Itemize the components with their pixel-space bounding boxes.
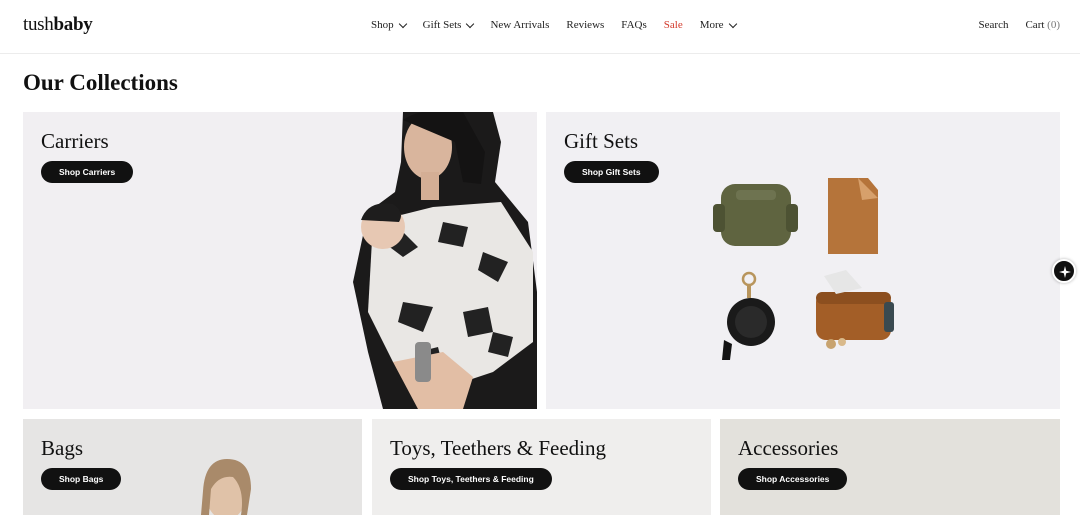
nav-item-label: Gift Sets [422,19,462,31]
logo-light: tush [23,14,54,35]
chevron-down-icon [466,19,475,28]
collection-title: Toys, Teethers & Feeding [390,436,606,460]
main-nav: Shop Gift Sets New Arrivals Reviews FAQs… [371,19,753,31]
bags-photo [23,419,362,515]
nav-item-label: FAQs [621,19,647,31]
nav-item-label: Sale [663,19,683,31]
gift-sets-photo [546,112,1060,409]
collection-title: Accessories [738,436,839,460]
floating-action-button[interactable] [1052,259,1076,283]
nav-item-label: More [699,19,724,31]
collection-title: Carriers [41,129,109,153]
carriers-photo [23,112,537,409]
collection-title: Gift Sets [564,129,639,153]
nav-item-more[interactable]: More [699,19,737,31]
collection-tile-accessories[interactable]: Accessories Shop Accessories [720,419,1060,515]
nav-item-label: Shop [371,19,394,31]
logo[interactable]: tushbaby [23,14,93,36]
collection-tile-carriers[interactable]: Carriers Shop Carriers [23,112,537,409]
cart-label: Cart [1025,19,1045,31]
chevron-down-icon [398,19,407,28]
cart-link[interactable]: Cart (0) [1025,19,1060,31]
shop-toys-teethers-feeding-button[interactable]: Shop Toys, Teethers & Feeding [390,468,552,490]
nav-item-label: New Arrivals [490,19,550,31]
collection-title: Bags [41,436,83,460]
cart-count: (0) [1047,19,1060,31]
chevron-down-icon [728,19,737,28]
nav-item-sale[interactable]: Sale [664,19,683,31]
nav-item-shop[interactable]: Shop [371,19,407,31]
site-header: tushbaby Shop Gift Sets New Arrivals Rev… [0,0,1080,54]
header-actions: Search Cart (0) [979,19,1060,31]
shop-accessories-button[interactable]: Shop Accessories [738,468,848,490]
shop-carriers-button[interactable]: Shop Carriers [41,161,134,183]
collection-tile-bags[interactable]: Bags Shop Bags [23,419,362,515]
page-title: Our Collections [23,70,178,95]
nav-item-label: Reviews [566,19,605,31]
nav-item-new-arrivals[interactable]: New Arrivals [490,19,549,31]
logo-bold: baby [53,14,93,35]
nav-item-gift-sets[interactable]: Gift Sets [422,19,475,31]
collection-tile-gift-sets[interactable]: Gift Sets Shop Gift Sets [546,112,1060,409]
nav-item-faqs[interactable]: FAQs [621,19,646,31]
shop-gift-sets-button[interactable]: Shop Gift Sets [564,161,659,183]
collection-tile-toys-teethers-feeding[interactable]: Toys, Teethers & Feeding Shop Toys, Teet… [372,419,711,515]
sparkle-icon [1059,266,1071,278]
nav-item-reviews[interactable]: Reviews [566,19,604,31]
shop-bags-button[interactable]: Shop Bags [41,468,122,490]
search-link[interactable]: Search [979,19,1009,31]
